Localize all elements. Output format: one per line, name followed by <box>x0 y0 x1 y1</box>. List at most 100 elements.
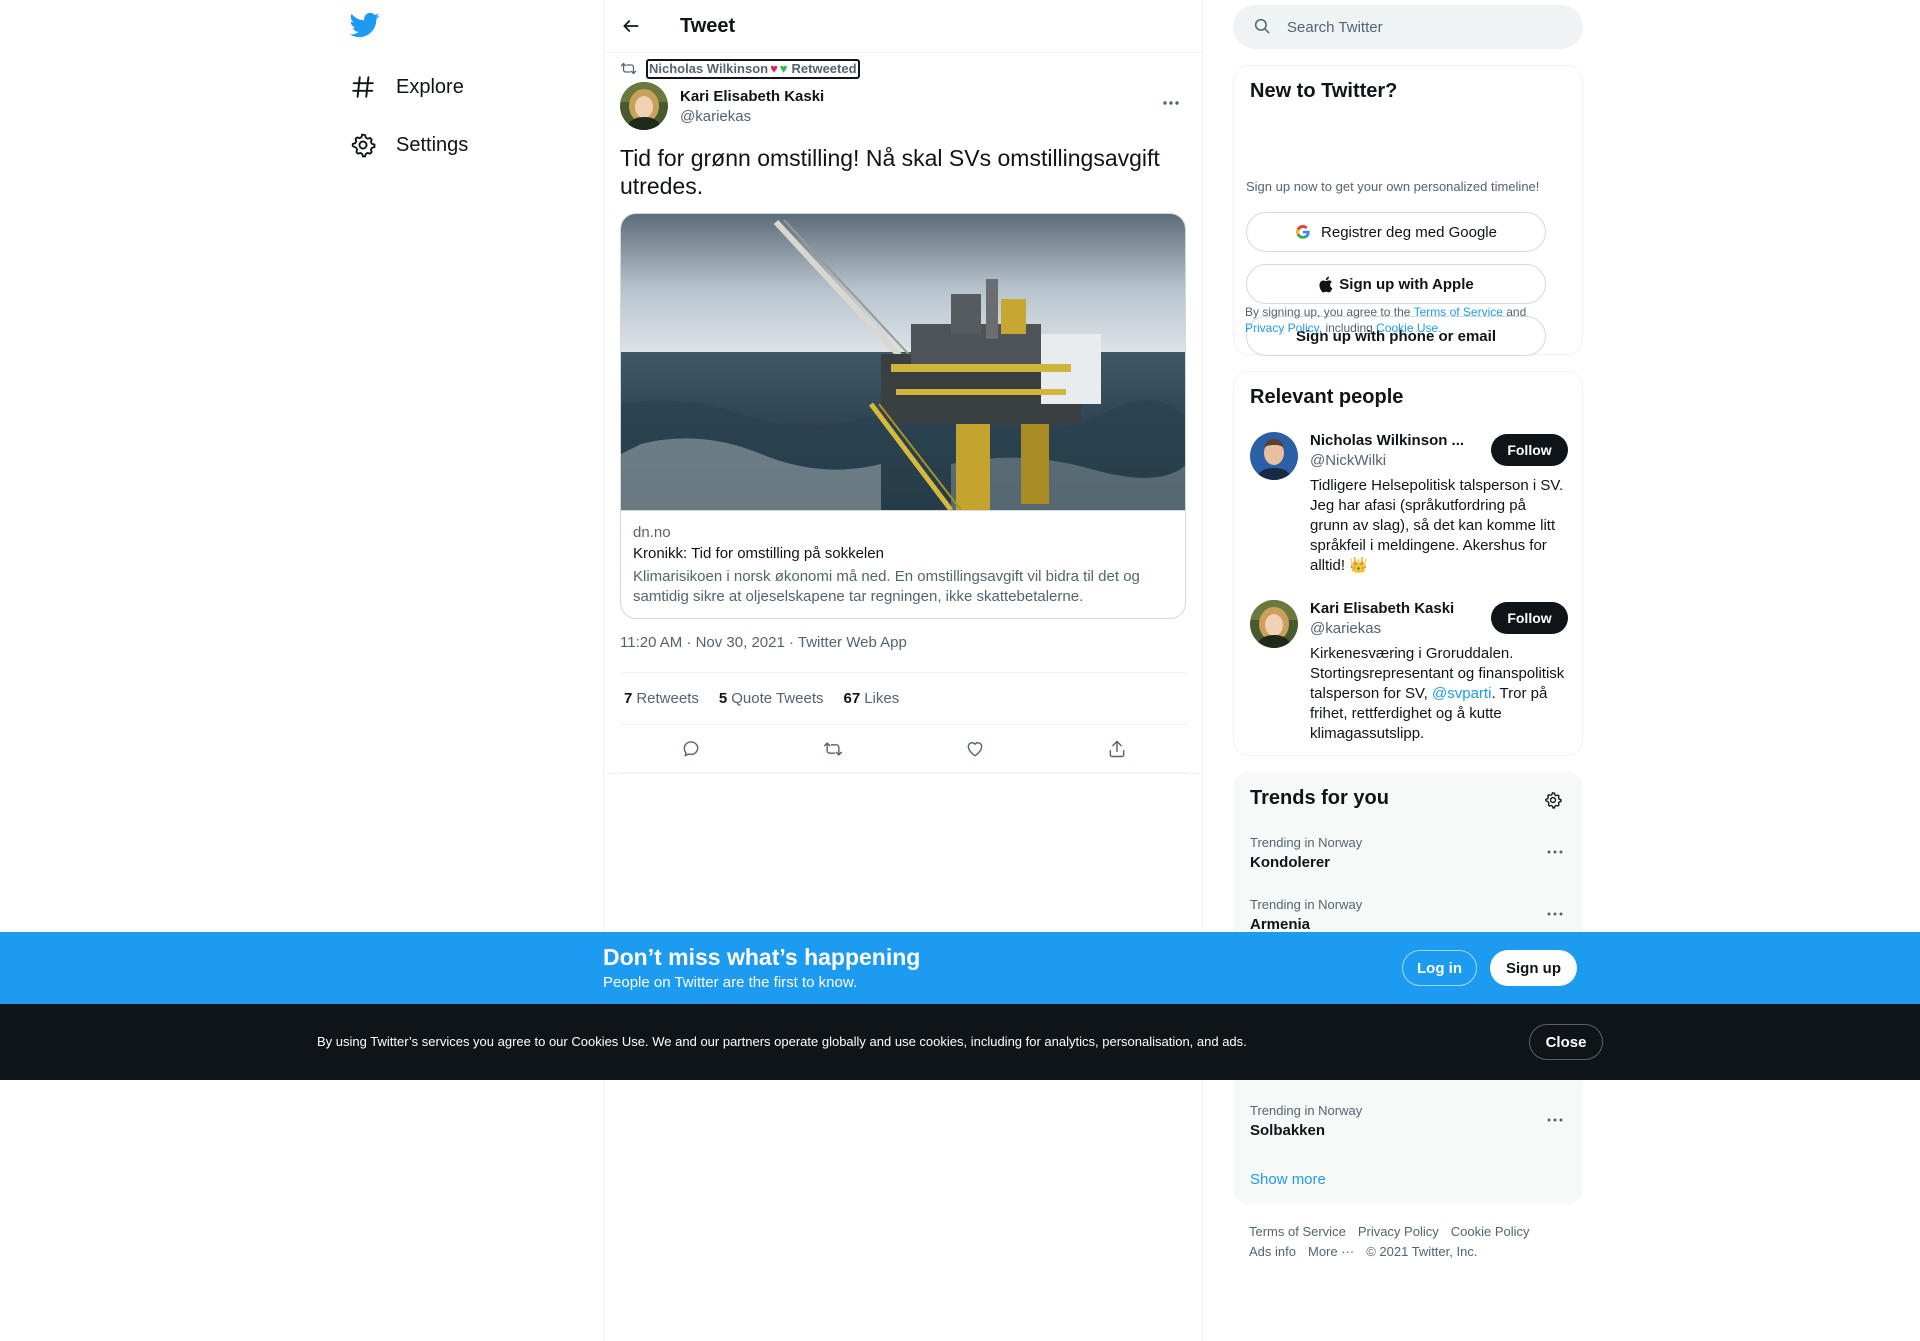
card-description: Klimarisikoen i norsk økonomi må ned. En… <box>633 568 1140 605</box>
link-card[interactable]: dn.no Kronikk: Tid for omstilling på sok… <box>620 213 1186 619</box>
signup-button[interactable]: Sign up <box>1490 950 1577 986</box>
search-bar[interactable] <box>1233 5 1583 49</box>
reply-icon[interactable] <box>674 732 708 766</box>
tweet-actions <box>620 725 1188 773</box>
main-header: Tweet <box>604 0 1202 53</box>
banner-title: Don’t miss what’s happening <box>603 944 921 970</box>
card-domain: dn.no <box>633 524 671 541</box>
gear-icon <box>350 132 376 158</box>
likes-count: 67 <box>843 690 861 707</box>
divider <box>604 773 1204 774</box>
person-bio: Kirkenesværing i Groruddalen. Stortingsr… <box>1310 644 1568 744</box>
gear-icon[interactable] <box>1538 785 1568 815</box>
person-avatar[interactable] <box>1250 600 1298 648</box>
retweeter-name: Nicholas Wilkinson <box>649 61 769 76</box>
signup-banner: Don’t miss what’s happening People on Tw… <box>0 932 1920 1004</box>
google-signup-label: Registrer deg med Google <box>1321 223 1497 241</box>
search-icon <box>1253 17 1273 37</box>
legal-and: and <box>1502 305 1527 319</box>
legal-end: . <box>1438 321 1442 335</box>
person-name[interactable]: Kari Elisabeth Kaski <box>1310 600 1454 617</box>
signup-legal: By signing up, you agree to the Terms of… <box>1245 304 1565 336</box>
terms-of-service-link[interactable]: Terms of Service <box>1414 305 1503 319</box>
trend-name: Armenia <box>1250 916 1311 933</box>
retweeted-by-link[interactable]: Nicholas Wilkinson ♥ ♥ Retweeted <box>646 59 860 79</box>
cookie-close-button[interactable]: Close <box>1529 1024 1603 1060</box>
legal-prefix: By signing up, you agree to the <box>1245 305 1414 319</box>
search-input[interactable] <box>1287 18 1547 36</box>
mention-link[interactable]: @svparti <box>1432 685 1491 702</box>
retweet-action-icon[interactable] <box>816 732 850 766</box>
legal-including: , including <box>1318 321 1377 335</box>
person-name[interactable]: Nicholas Wilkinson ... <box>1310 432 1464 449</box>
tweet-stats: 7 Retweets 5 Quote Tweets 67 Likes <box>620 672 1188 725</box>
nav-settings[interactable]: Settings <box>350 121 468 169</box>
new-to-twitter-title: New to Twitter? <box>1250 80 1398 102</box>
retweets-count: 7 <box>624 690 633 707</box>
twitter-bird-icon[interactable] <box>350 10 384 44</box>
trend-meta: Trending in Norway <box>1250 897 1363 912</box>
retweets-stat[interactable]: 7 Retweets <box>624 690 699 707</box>
person-bio: Tidligere Helsepolitisk talsperson i SV.… <box>1310 477 1564 574</box>
footer-privacy-link[interactable]: Privacy Policy <box>1358 1222 1439 1242</box>
trend-meta: Trending in Norway <box>1250 1103 1363 1118</box>
oil-platform-image <box>621 214 1185 510</box>
more-options-icon[interactable] <box>1154 86 1188 120</box>
google-logo-icon <box>1295 224 1311 240</box>
likes-stat[interactable]: 67 Likes <box>844 690 900 707</box>
likes-label: Likes <box>864 690 900 707</box>
like-heart-icon[interactable] <box>958 732 992 766</box>
author-avatar[interactable] <box>620 82 668 130</box>
show-more-link[interactable]: Show more <box>1250 1171 1326 1188</box>
trend-name: Solbakken <box>1250 1122 1326 1139</box>
person-avatar[interactable] <box>1250 432 1298 480</box>
tweet-text: Tid for grønn omstilling! Nå skal SVs om… <box>620 145 1160 199</box>
apple-signup-label: Sign up with Apple <box>1339 275 1474 293</box>
retweet-icon <box>620 60 638 78</box>
card-title: Kronikk: Tid for omstilling på sokkelen <box>633 545 884 562</box>
nav-settings-label: Settings <box>396 133 469 156</box>
new-to-twitter-subtitle: Sign up now to get your own personalized… <box>1246 179 1540 194</box>
link-card-body: dn.no Kronikk: Tid for omstilling på sok… <box>621 510 1185 618</box>
retweet-context: Nicholas Wilkinson ♥ ♥ Retweeted <box>620 59 860 79</box>
person-handle[interactable]: @kariekas <box>1310 620 1381 637</box>
privacy-policy-link[interactable]: Privacy Policy <box>1245 321 1319 335</box>
quotes-count: 5 <box>718 690 728 707</box>
cookie-text: By using Twitter’s services you agree to… <box>317 1034 1247 1049</box>
hashtag-icon <box>350 74 376 100</box>
quotes-label: Quote Tweets <box>731 690 824 707</box>
nav-explore[interactable]: Explore <box>350 63 464 111</box>
footer-cookie-link[interactable]: Cookie Policy <box>1451 1222 1530 1242</box>
relevant-people-panel: Relevant people Nicholas Wilkinson ... @… <box>1233 371 1583 756</box>
apple-signup-button[interactable]: Sign up with Apple <box>1246 264 1546 304</box>
retweets-label: Retweets <box>636 690 699 707</box>
trend-item[interactable]: Trending in Norway Solbakken <box>1250 1103 1568 1151</box>
footer-more-link[interactable]: More ··· <box>1308 1242 1354 1262</box>
author-handle[interactable]: @kariekas <box>680 108 824 125</box>
login-button[interactable]: Log in <box>1402 950 1477 986</box>
follow-button[interactable]: Follow <box>1491 434 1568 466</box>
red-heart-icon: ♥ <box>770 61 778 76</box>
retweeted-suffix: Retweeted <box>791 61 857 76</box>
footer-links: Terms of Service Privacy Policy Cookie Pol… <box>1249 1222 1579 1262</box>
trend-name: Kondolerer <box>1250 854 1331 871</box>
google-signup-button[interactable]: Registrer deg med Google <box>1246 212 1546 252</box>
cookie-use-link[interactable]: Cookie Use <box>1376 321 1438 335</box>
more-options-icon[interactable] <box>1542 839 1568 865</box>
quote-tweets-stat[interactable]: 5 Quote Tweets <box>719 690 824 707</box>
footer-terms-link[interactable]: Terms of Service <box>1249 1222 1346 1242</box>
author-name[interactable]: Kari Elisabeth Kaski <box>680 88 824 105</box>
more-options-icon[interactable] <box>1542 1107 1568 1133</box>
follow-button[interactable]: Follow <box>1491 602 1568 634</box>
person-handle[interactable]: @NickWilki <box>1310 452 1386 469</box>
trend-item[interactable]: Trending in Norway Kondolerer <box>1250 835 1568 883</box>
apple-logo-icon <box>1318 276 1333 293</box>
trend-meta: Trending in Norway <box>1250 835 1363 850</box>
main-column: Tweet Nicholas Wilkinson ♥ ♥ Retweeted K… <box>603 0 1204 1341</box>
tweet-timestamp[interactable]: 11:20 AM · Nov 30, 2021 · Twitter Web Ap… <box>620 634 907 651</box>
back-arrow-icon[interactable] <box>614 9 648 43</box>
more-options-icon[interactable] <box>1542 901 1568 927</box>
share-icon[interactable] <box>1100 732 1134 766</box>
banner-subtitle: People on Twitter are the first to know. <box>603 974 858 991</box>
footer-ads-link[interactable]: Ads info <box>1249 1242 1296 1262</box>
